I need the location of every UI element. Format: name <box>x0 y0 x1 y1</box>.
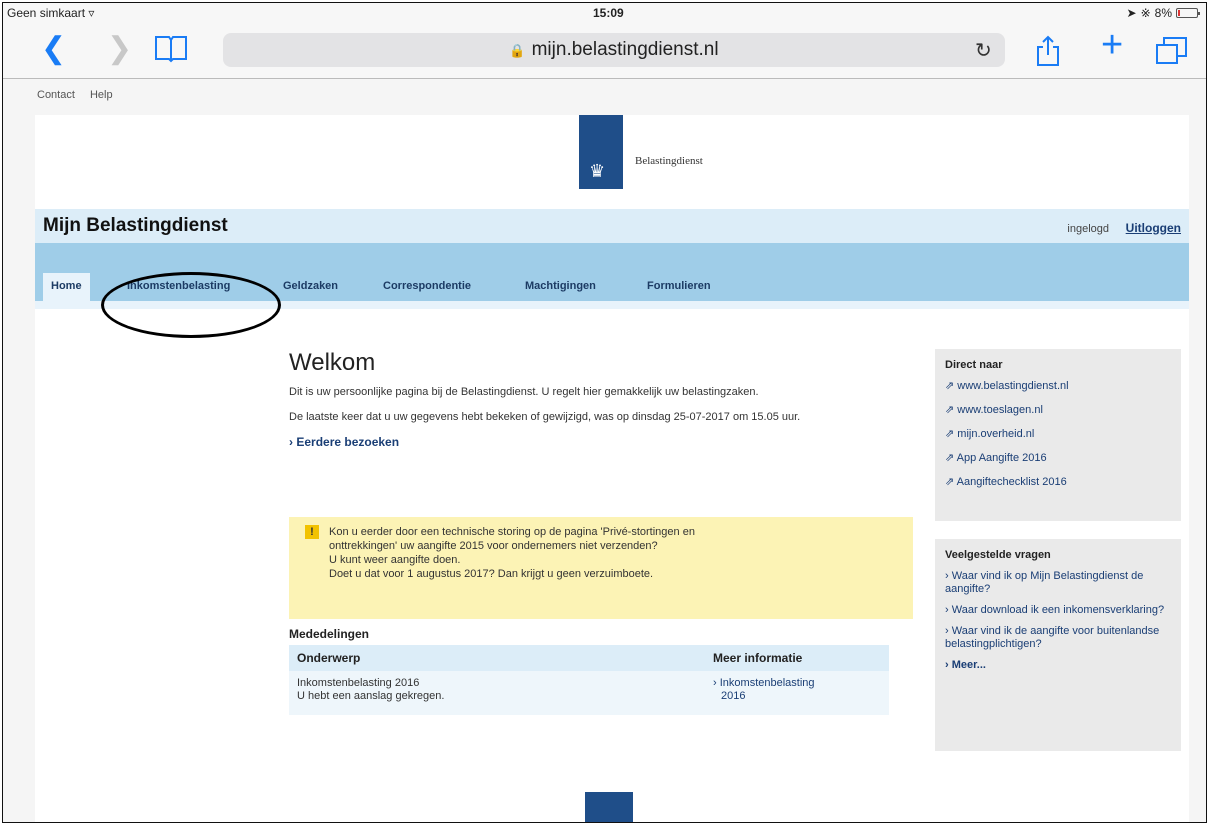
table-row: Inkomstenbelasting 2016 U hebt een aansl… <box>289 671 889 715</box>
screen-frame: Geen simkaart ▿ 15:09 ➤ ※ 8% ❮ ❯ 🔒 mijn.b… <box>2 2 1207 823</box>
warning-icon: ! <box>305 525 319 539</box>
faq-heading: Veelgestelde vragen <box>945 549 1051 561</box>
welcome-section: Welkom Dit is uw persoonlijke pagina bij… <box>289 349 913 449</box>
share-icon <box>1037 35 1059 66</box>
subject-cell: Inkomstenbelasting 2016 U hebt een aansl… <box>297 677 445 702</box>
faq-box: Veelgestelde vragen › Waar vind ik op Mi… <box>935 539 1181 751</box>
external-link[interactable]: ⇗ mijn.overheid.nl <box>945 428 1171 441</box>
wifi-icon: ▿ <box>88 6 95 20</box>
status-right: ➤ ※ 8% <box>1126 6 1200 20</box>
tab-machtigingen[interactable]: Machtigingen <box>517 273 604 301</box>
tab-correspondentie[interactable]: Correspondentie <box>375 273 479 301</box>
status-bar: Geen simkaart ▿ 15:09 ➤ ※ 8% <box>3 3 1206 23</box>
battery-percentage: 8% <box>1154 6 1172 20</box>
notice-box: ! Kon u eerder door een technische stori… <box>289 517 913 619</box>
notice-line: Kon u eerder door een technische storing… <box>329 526 695 538</box>
crest-icon: ♛ <box>589 161 606 181</box>
faq-link[interactable]: › Waar vind ik de aangifte voor buitenla… <box>945 625 1171 651</box>
back-button[interactable]: ❮ <box>41 31 66 67</box>
column-header: Onderwerp <box>297 651 361 665</box>
notice-line: onttrekkingen' uw aangifte 2015 voor ond… <box>329 540 658 552</box>
last-visit-text: De laatste keer dat u uw gegevens hebt b… <box>289 411 801 423</box>
notice-line: Doet u dat voor 1 augustus 2017? Dan kri… <box>329 568 654 580</box>
title-bar: Mijn Belastingdienst ingelogd Uitloggen <box>35 209 1189 243</box>
reload-button[interactable]: ↻ <box>975 38 992 63</box>
bookmarks-button[interactable] <box>153 33 189 72</box>
footer-logo <box>585 792 633 822</box>
faq-more-link[interactable]: › Meer... <box>945 659 1171 672</box>
carrier-label: Geen simkaart ▿ <box>7 6 95 20</box>
intro-text: Dit is uw persoonlijke pagina bij de Bel… <box>289 386 759 398</box>
location-icon: ➤ <box>1126 6 1137 20</box>
logout-link[interactable]: Uitloggen <box>1126 221 1181 235</box>
external-link[interactable]: ⇗ www.toeslagen.nl <box>945 404 1171 417</box>
highlight-circle-annotation <box>101 272 281 338</box>
clock: 15:09 <box>593 6 624 20</box>
announcements-table: Mededelingen Onderwerp Meer informatie I… <box>289 627 889 715</box>
forward-button[interactable]: ❯ <box>107 31 132 67</box>
login-status: ingelogd <box>1067 223 1109 235</box>
external-link[interactable]: ⇗ App Aangifte 2016 <box>945 452 1171 465</box>
share-button[interactable] <box>1035 35 1061 76</box>
notice-line: U kunt weer aangifte doen. <box>329 554 461 566</box>
battery-icon <box>1176 8 1200 18</box>
tabs-button[interactable] <box>1155 35 1189 74</box>
browser-toolbar: ❮ ❯ 🔒 mijn.belastingdienst.nl ↻ + <box>3 23 1206 79</box>
logo-text: Belastingdienst <box>635 155 703 167</box>
help-link[interactable]: Help <box>90 89 113 101</box>
belastingdienst-logo[interactable]: ♛ <box>579 115 623 189</box>
new-tab-button[interactable]: + <box>1101 26 1123 64</box>
table-header: Onderwerp Meer informatie <box>289 645 889 671</box>
direct-links-box: Direct naar ⇗ www.belastingdienst.nl ⇗ w… <box>935 349 1181 521</box>
direct-heading: Direct naar <box>945 359 1003 371</box>
external-link-icon: ⇗ <box>945 476 955 488</box>
lock-icon: 🔒 <box>509 43 526 58</box>
tab-geldzaken[interactable]: Geldzaken <box>275 273 346 301</box>
tab-home[interactable]: Home <box>43 273 90 301</box>
tabs-icon <box>1156 37 1187 64</box>
announcements-heading: Mededelingen <box>289 627 370 641</box>
earlier-visits-link[interactable]: › Eerdere bezoeken <box>289 435 913 449</box>
book-icon <box>155 36 187 63</box>
contact-link[interactable]: Contact <box>37 89 75 101</box>
info-link[interactable]: › Inkomstenbelasting 2016 <box>713 677 815 703</box>
faq-link[interactable]: › Waar download ik een inkomensverklarin… <box>945 604 1171 617</box>
external-link-icon: ⇗ <box>945 428 955 440</box>
faq-link[interactable]: › Waar vind ik op Mijn Belastingdienst d… <box>945 570 1171 596</box>
utility-nav: Contact Help <box>37 89 125 101</box>
external-link[interactable]: ⇗ Aangiftechecklist 2016 <box>945 476 1171 489</box>
address-bar[interactable]: 🔒 mijn.belastingdienst.nl <box>223 33 1005 67</box>
external-link-icon: ⇗ <box>945 404 955 416</box>
page-content: ♛ Belastingdienst Mijn Belastingdienst i… <box>35 115 1189 822</box>
site-title: Mijn Belastingdienst <box>43 215 228 236</box>
external-link-icon: ⇗ <box>945 380 955 392</box>
external-link-icon: ⇗ <box>945 452 955 464</box>
url-text: mijn.belastingdienst.nl <box>531 39 719 60</box>
column-header: Meer informatie <box>713 651 803 665</box>
tab-formulieren[interactable]: Formulieren <box>639 273 719 301</box>
bluetooth-icon: ※ <box>1140 6 1151 20</box>
page-title: Welkom <box>289 349 376 376</box>
external-link[interactable]: ⇗ www.belastingdienst.nl <box>945 380 1171 393</box>
